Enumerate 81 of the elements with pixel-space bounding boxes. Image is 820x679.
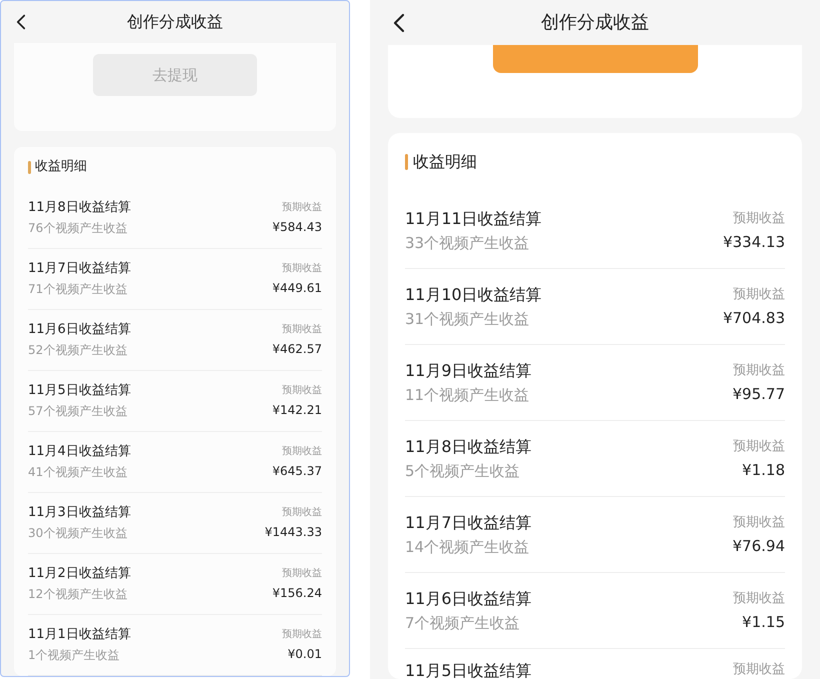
earnings-row[interactable]: 11月10日收益结算 31个视频产生收益 预期收益 ¥704.83 — [405, 269, 785, 345]
amount: ¥142.21 — [272, 402, 322, 419]
section-title: 收益明细 — [413, 151, 477, 173]
section-title: 收益明细 — [35, 158, 87, 176]
expected-label: 预期收益 — [282, 384, 322, 398]
video-count: 76个视频产生收益 — [28, 220, 128, 237]
settlement-title: 11月9日收益结算 — [405, 360, 532, 382]
video-count: 57个视频产生收益 — [28, 403, 128, 420]
expected-label: 预期收益 — [733, 286, 785, 304]
video-count: 11个视频产生收益 — [405, 384, 530, 406]
expected-label: 预期收益 — [282, 566, 322, 581]
expected-label: 预期收益 — [733, 661, 785, 679]
earnings-row[interactable]: 11月5日收益结算 57个视频产生收益 预期收益 ¥142.21 — [28, 371, 322, 432]
earnings-row[interactable]: 11月6日收益结算 52个视频产生收益 预期收益 ¥462.57 — [28, 310, 322, 371]
accent-bar — [28, 160, 31, 174]
video-count: 31个视频产生收益 — [405, 308, 530, 330]
back-icon[interactable] — [15, 14, 27, 30]
expected-label: 预期收益 — [733, 590, 785, 608]
video-count: 52个视频产生收益 — [28, 342, 128, 359]
settlement-title: 11月5日收益结算 — [28, 382, 131, 400]
page-title: 创作分成收益 — [541, 11, 649, 35]
earnings-row[interactable]: 11月8日收益结算 5个视频产生收益 预期收益 ¥1.18 — [405, 421, 785, 497]
earnings-row[interactable]: 11月4日收益结算 41个视频产生收益 预期收益 ¥645.37 — [28, 432, 322, 493]
amount: ¥462.57 — [272, 341, 322, 358]
amount: ¥584.43 — [272, 219, 322, 236]
earnings-row[interactable]: 11月2日收益结算 12个视频产生收益 预期收益 ¥156.24 — [28, 554, 322, 615]
amount: ¥704.83 — [722, 308, 785, 328]
expected-label: 预期收益 — [282, 200, 322, 215]
video-count: 5个视频产生收益 — [405, 460, 521, 482]
video-count: 1个视频产生收益 — [28, 647, 121, 664]
back-icon[interactable] — [392, 12, 406, 32]
amount: ¥0.01 — [288, 646, 322, 663]
settlement-title: 11月11日收益结算 — [405, 208, 542, 230]
earnings-row[interactable]: 11月7日收益结算 71个视频产生收益 预期收益 ¥449.61 — [28, 249, 322, 310]
amount: ¥334.13 — [722, 232, 785, 252]
settlement-title: 11月7日收益结算 — [28, 260, 131, 278]
settlement-title: 11月6日收益结算 — [28, 321, 131, 339]
video-count: 33个视频产生收益 — [405, 232, 530, 254]
settlement-title: 11月3日收益结算 — [28, 504, 131, 522]
expected-label: 预期收益 — [282, 506, 322, 520]
earnings-row[interactable]: 11月7日收益结算 14个视频产生收益 预期收益 ¥76.94 — [405, 497, 785, 573]
amount: ¥95.77 — [732, 384, 785, 404]
amount: ¥1.15 — [742, 612, 785, 632]
earnings-row[interactable]: 11月9日收益结算 11个视频产生收益 预期收益 ¥95.77 — [405, 345, 785, 421]
earnings-row[interactable]: 11月5日收益结算 预期收益 — [405, 649, 785, 679]
expected-label: 预期收益 — [733, 514, 785, 532]
video-count: 12个视频产生收益 — [28, 586, 128, 603]
settlement-title: 11月4日收益结算 — [28, 443, 131, 461]
settlement-title: 11月6日收益结算 — [405, 588, 532, 610]
accent-bar — [405, 154, 408, 170]
settlement-title: 11月1日收益结算 — [28, 626, 131, 644]
amount: ¥76.94 — [732, 536, 785, 556]
expected-label: 预期收益 — [733, 362, 785, 380]
earnings-row[interactable]: 11月11日收益结算 33个视频产生收益 预期收益 ¥334.13 — [405, 193, 785, 269]
earnings-row[interactable]: 11月1日收益结算 1个视频产生收益 预期收益 ¥0.01 — [28, 615, 322, 676]
video-count: 14个视频产生收益 — [405, 536, 530, 558]
expected-label: 预期收益 — [282, 262, 322, 276]
amount: ¥1443.33 — [264, 524, 322, 541]
expected-label: 预期收益 — [282, 444, 322, 459]
settlement-title: 11月5日收益结算 — [405, 660, 532, 679]
settlement-title: 11月10日收益结算 — [405, 284, 542, 306]
expected-label: 预期收益 — [733, 210, 785, 228]
settlement-title: 11月8日收益结算 — [28, 199, 131, 217]
video-count: 7个视频产生收益 — [405, 612, 521, 634]
amount: ¥1.18 — [742, 460, 785, 480]
earnings-row[interactable]: 11月6日收益结算 7个视频产生收益 预期收益 ¥1.15 — [405, 573, 785, 649]
settlement-title: 11月2日收益结算 — [28, 565, 131, 583]
settlement-title: 11月8日收益结算 — [405, 436, 532, 458]
amount: ¥645.37 — [272, 463, 322, 480]
video-count: 30个视频产生收益 — [28, 525, 128, 542]
amount: ¥449.61 — [272, 280, 322, 297]
earnings-row[interactable]: 11月3日收益结算 30个视频产生收益 预期收益 ¥1443.33 — [28, 493, 322, 554]
earnings-row[interactable]: 11月8日收益结算 76个视频产生收益 预期收益 ¥584.43 — [28, 188, 322, 249]
page-title: 创作分成收益 — [127, 11, 223, 33]
amount: ¥156.24 — [272, 585, 322, 602]
expected-label: 预期收益 — [282, 628, 322, 642]
video-count: 41个视频产生收益 — [28, 464, 128, 481]
expected-label: 预期收益 — [733, 438, 785, 456]
expected-label: 预期收益 — [282, 322, 322, 337]
settlement-title: 11月7日收益结算 — [405, 512, 532, 534]
video-count: 71个视频产生收益 — [28, 281, 128, 298]
